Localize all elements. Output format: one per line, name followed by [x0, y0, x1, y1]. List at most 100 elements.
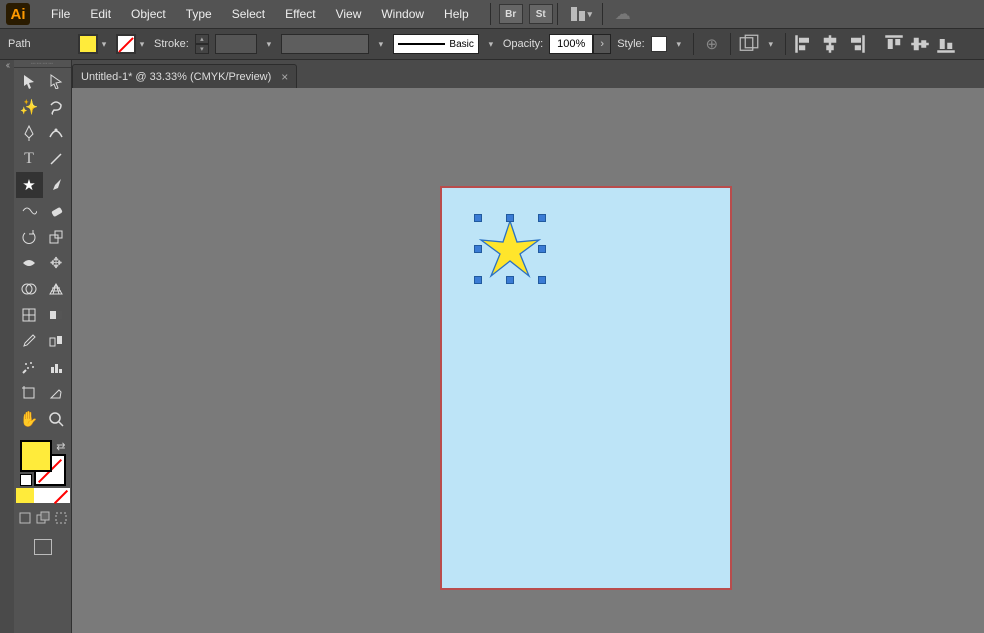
draw-normal-icon[interactable] [16, 509, 34, 527]
zoom-tool[interactable] [43, 406, 70, 432]
blend-tool[interactable] [43, 328, 70, 354]
transform-panel-icon[interactable] [739, 34, 759, 54]
pen-tool[interactable] [16, 120, 43, 146]
align-vcenter-icon[interactable] [910, 34, 930, 54]
separator-icon [693, 33, 694, 55]
document-tab[interactable]: Untitled-1* @ 33.33% (CMYK/Preview) × [72, 64, 297, 88]
panel-grip-icon[interactable]: ┄┄┄┄ [14, 60, 71, 68]
graphic-style-swatch[interactable] [651, 36, 667, 52]
stroke-weight-field[interactable] [215, 34, 257, 54]
opacity-input[interactable] [549, 34, 593, 54]
workspace-icon [571, 7, 585, 21]
type-tool[interactable]: T [16, 146, 43, 172]
menu-file[interactable]: File [42, 4, 79, 24]
align-bottom-icon[interactable] [936, 34, 956, 54]
collapsed-panel-strip[interactable]: ‹‹ [0, 60, 14, 633]
star-path-icon [481, 221, 539, 276]
screen-mode-button[interactable] [16, 539, 70, 555]
app-logo: Ai [6, 3, 30, 25]
stock-button[interactable]: St [529, 4, 553, 24]
canvas-area[interactable] [72, 88, 984, 633]
line-tool[interactable] [43, 146, 70, 172]
selection-handle[interactable] [538, 276, 546, 284]
width-tool[interactable] [16, 250, 43, 276]
chevron-down-icon[interactable]: ▾ [485, 39, 497, 50]
draw-inside-icon[interactable] [52, 509, 70, 527]
artboard[interactable] [442, 188, 730, 588]
chevron-down-icon: ▾ [136, 39, 148, 50]
selection-handle[interactable] [538, 245, 546, 253]
align-top-icon[interactable] [884, 34, 904, 54]
chevron-down-icon: ▾ [587, 9, 592, 20]
selection-handle[interactable] [474, 276, 482, 284]
color-mode-color[interactable] [16, 488, 34, 503]
menu-edit[interactable]: Edit [81, 4, 120, 24]
variable-width-profile[interactable] [281, 34, 369, 54]
recolor-artwork-icon[interactable]: ⊕ [702, 34, 722, 54]
curvature-tool[interactable] [43, 120, 70, 146]
shape-builder-tool[interactable] [16, 276, 43, 302]
symbol-sprayer-tool[interactable] [16, 354, 43, 380]
free-transform-tool[interactable]: ✥ [43, 250, 70, 276]
artboard-tool[interactable] [16, 380, 43, 406]
stroke-swatch-control[interactable]: ▾ [116, 34, 148, 54]
opacity-label: Opacity: [503, 38, 543, 50]
selection-handle[interactable] [506, 214, 514, 222]
star-tool[interactable]: ★ [16, 172, 43, 198]
stroke-swatch-icon [116, 34, 136, 54]
color-mode-gradient[interactable] [34, 488, 52, 503]
bridge-button[interactable]: Br [499, 4, 523, 24]
gradient-tool[interactable] [43, 302, 70, 328]
separator-icon [490, 3, 491, 25]
align-hcenter-icon[interactable] [820, 34, 840, 54]
separator-icon [557, 3, 558, 25]
menu-view[interactable]: View [327, 4, 371, 24]
selection-type-label: Path [8, 38, 72, 50]
stroke-weight-stepper[interactable]: ▴▾ [195, 34, 209, 54]
hand-tool[interactable]: ✋ [16, 406, 43, 432]
selection-handle[interactable] [538, 214, 546, 222]
chevron-down-icon[interactable]: ▾ [765, 39, 777, 50]
menu-effect[interactable]: Effect [276, 4, 324, 24]
chevron-down-icon[interactable]: ▾ [263, 39, 275, 50]
fill-stroke-control[interactable]: ⇄ [18, 438, 68, 488]
fill-color-icon[interactable] [20, 440, 52, 472]
rotate-tool[interactable] [16, 224, 43, 250]
draw-behind-icon[interactable] [34, 509, 52, 527]
lasso-tool[interactable] [43, 94, 70, 120]
brush-tool[interactable] [43, 172, 70, 198]
brush-definition[interactable]: Basic [393, 34, 479, 54]
opacity-flyout[interactable]: › [593, 34, 611, 54]
selection-tool[interactable] [16, 68, 43, 94]
align-right-icon[interactable] [846, 34, 866, 54]
menu-type[interactable]: Type [177, 4, 221, 24]
close-tab-icon[interactable]: × [281, 70, 288, 84]
eyedropper-tool[interactable] [16, 328, 43, 354]
star-shape[interactable] [478, 218, 542, 283]
menu-select[interactable]: Select [223, 4, 274, 24]
column-graph-tool[interactable] [43, 354, 70, 380]
sync-cloud-icon[interactable]: ☁ [615, 4, 631, 24]
eraser-tool[interactable] [43, 198, 70, 224]
menu-help[interactable]: Help [435, 4, 478, 24]
align-left-icon[interactable] [794, 34, 814, 54]
scale-tool[interactable] [43, 224, 70, 250]
fill-swatch-control[interactable]: ▾ [78, 34, 110, 54]
workspace-switcher[interactable]: ▾ [566, 4, 598, 24]
direct-selection-tool[interactable] [43, 68, 70, 94]
swap-fill-stroke-icon[interactable]: ⇄ [56, 440, 65, 453]
shaper-tool[interactable] [16, 198, 43, 224]
selection-handle[interactable] [474, 214, 482, 222]
slice-tool[interactable] [43, 380, 70, 406]
magic-wand-tool[interactable]: ✨ [16, 94, 43, 120]
chevron-down-icon[interactable]: ▾ [375, 39, 387, 50]
chevron-down-icon[interactable]: ▾ [673, 39, 685, 50]
selection-handle[interactable] [474, 245, 482, 253]
menu-object[interactable]: Object [122, 4, 175, 24]
mesh-tool[interactable] [16, 302, 43, 328]
menu-window[interactable]: Window [372, 4, 433, 24]
color-mode-none[interactable] [52, 488, 70, 503]
perspective-grid-tool[interactable] [43, 276, 70, 302]
default-fill-stroke-icon[interactable] [20, 474, 32, 486]
selection-handle[interactable] [506, 276, 514, 284]
